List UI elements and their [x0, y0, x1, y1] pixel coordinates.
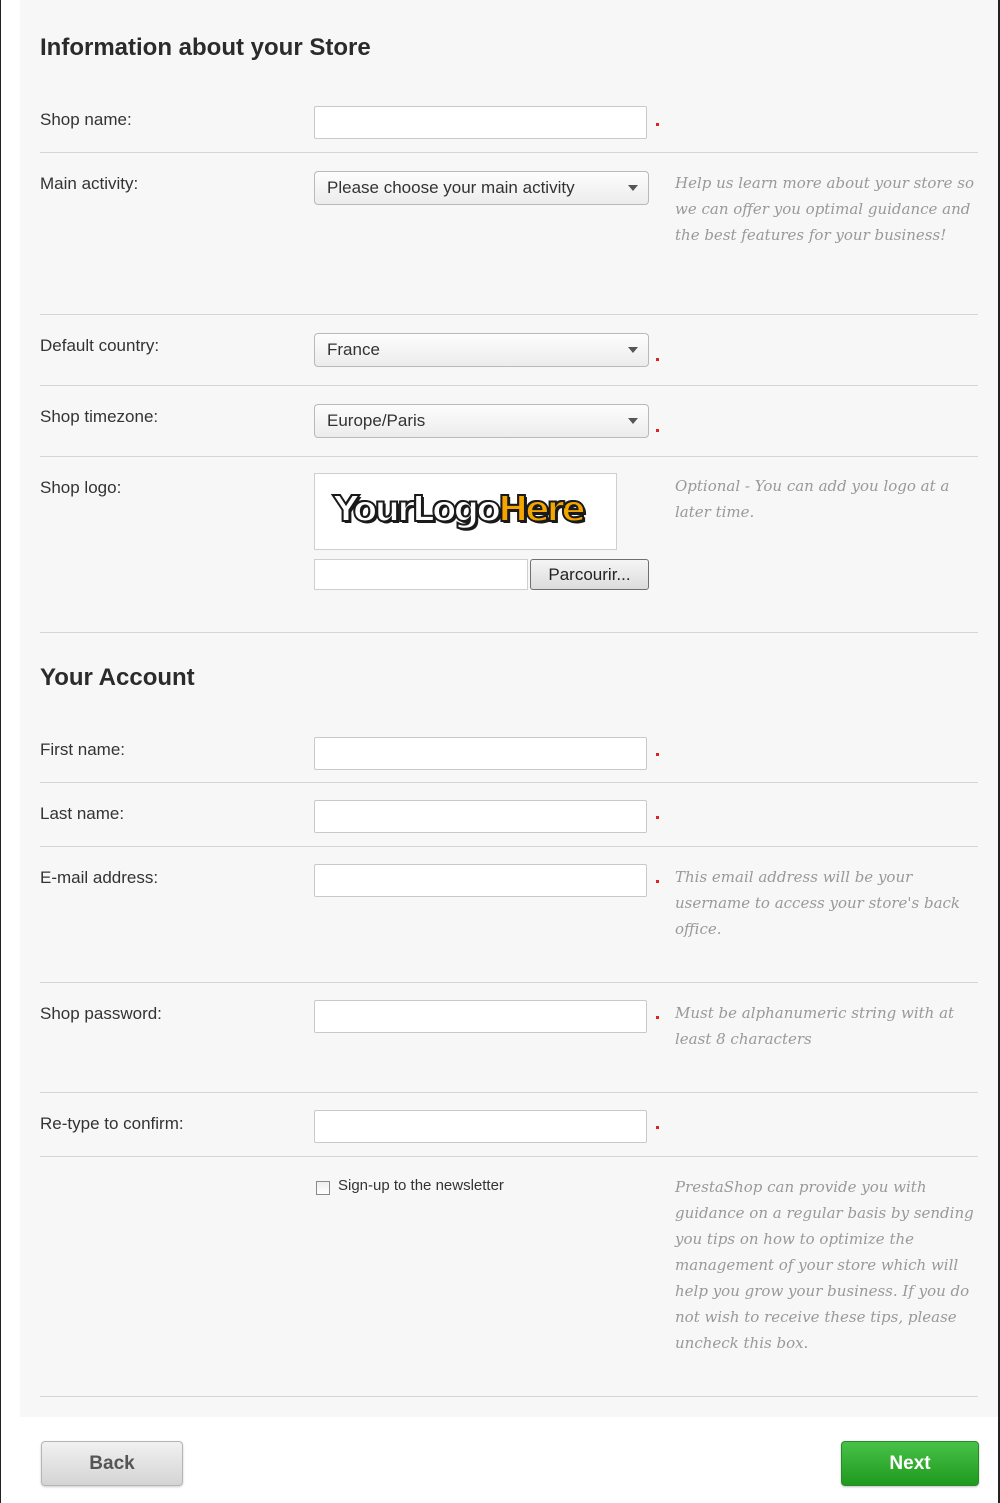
- newsletter-hint: PrestaShop can provide you with guidance…: [675, 1178, 974, 1352]
- email-input[interactable]: [314, 864, 647, 897]
- divider: [40, 385, 978, 386]
- divider: [40, 782, 978, 783]
- chevron-down-icon: [628, 347, 638, 353]
- main-activity-value: Please choose your main activity: [327, 178, 575, 197]
- password-input[interactable]: [314, 1000, 647, 1033]
- required-marker: [656, 1016, 659, 1019]
- next-button[interactable]: Next: [841, 1441, 979, 1486]
- shop-name-input[interactable]: [314, 106, 647, 139]
- shop-logo-label: Shop logo:: [40, 478, 122, 497]
- back-button[interactable]: Back: [41, 1441, 183, 1486]
- shop-name-label: Shop name:: [40, 110, 132, 129]
- chevron-down-icon: [628, 418, 638, 424]
- required-marker: [656, 816, 659, 819]
- default-country-select[interactable]: France: [314, 333, 649, 367]
- password-hint: Must be alphanumeric string with at leas…: [675, 1004, 955, 1048]
- shop-logo-preview: YourLogoHere: [314, 473, 617, 550]
- frame-left-border: [0, 0, 1, 1503]
- first-name-label: First name:: [40, 740, 126, 759]
- main-activity-select[interactable]: Please choose your main activity: [314, 171, 649, 205]
- divider: [40, 846, 978, 847]
- default-country-label: Default country:: [40, 336, 160, 355]
- timezone-value: Europe/Paris: [327, 411, 426, 430]
- divider: [40, 1156, 978, 1157]
- email-label: E-mail address:: [40, 868, 159, 887]
- logo-file-input[interactable]: [314, 559, 528, 590]
- logo-hint: Optional - You can add you logo at a lat…: [675, 477, 950, 521]
- divider: [40, 152, 978, 153]
- newsletter-checkbox[interactable]: [316, 1181, 330, 1195]
- newsletter-label[interactable]: Sign-up to the newsletter: [338, 1177, 504, 1194]
- chevron-down-icon: [628, 185, 638, 191]
- browse-button[interactable]: Parcourir...: [530, 559, 649, 590]
- required-marker: [656, 1126, 659, 1129]
- divider: [40, 632, 978, 633]
- main-activity-hint: Help us learn more about your store so w…: [675, 174, 974, 244]
- account-section-title: Your Account: [40, 664, 195, 691]
- divider: [40, 982, 978, 983]
- store-section-title: Information about your Store: [40, 34, 371, 61]
- required-marker: [656, 753, 659, 756]
- required-marker: [656, 358, 659, 361]
- email-hint: This email address will be your username…: [675, 868, 961, 938]
- password-label: Shop password:: [40, 1004, 162, 1023]
- required-marker: [656, 429, 659, 432]
- default-country-value: France: [327, 340, 380, 359]
- timezone-select[interactable]: Europe/Paris: [314, 404, 649, 438]
- required-marker: [656, 123, 659, 126]
- confirm-password-input[interactable]: [314, 1110, 647, 1143]
- divider: [40, 314, 978, 315]
- logo-placeholder-text: YourLogoHere: [332, 489, 587, 531]
- main-activity-label: Main activity:: [40, 174, 139, 193]
- divider: [40, 1092, 978, 1093]
- confirm-password-label: Re-type to confirm:: [40, 1114, 184, 1133]
- divider: [40, 456, 978, 457]
- timezone-label: Shop timezone:: [40, 407, 159, 426]
- first-name-input[interactable]: [314, 737, 647, 770]
- last-name-input[interactable]: [314, 800, 647, 833]
- required-marker: [656, 880, 659, 883]
- last-name-label: Last name:: [40, 804, 125, 823]
- divider: [40, 1396, 978, 1397]
